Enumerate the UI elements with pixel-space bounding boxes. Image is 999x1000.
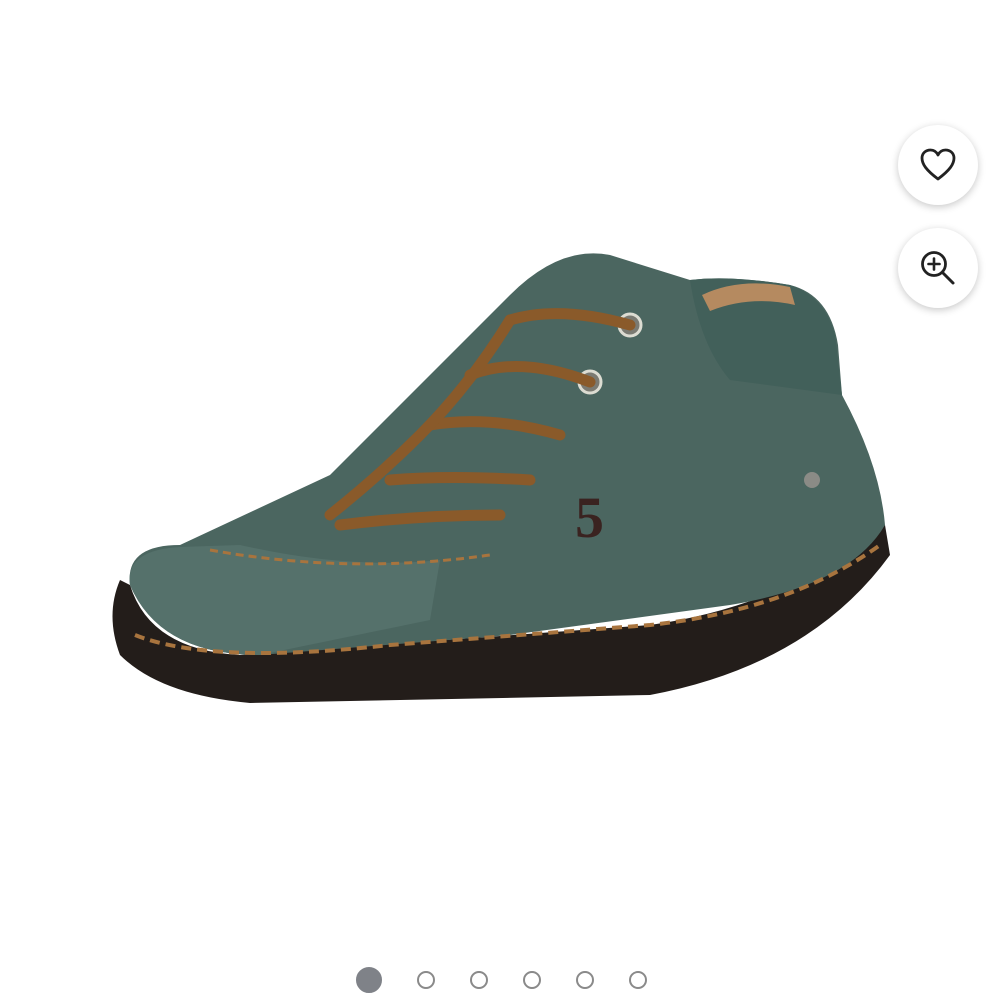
product-image[interactable]: 5 — [90, 225, 910, 745]
zoom-button[interactable] — [898, 228, 978, 308]
heart-icon — [920, 148, 956, 181]
image-pagination-dots — [0, 966, 999, 994]
shoe-side-logo: 5 — [575, 485, 604, 550]
cut-off-header-text — [0, 0, 999, 6]
shoe-rivet — [804, 472, 820, 488]
pagination-dot-5[interactable] — [576, 971, 594, 989]
pagination-dot-2[interactable] — [417, 971, 435, 989]
pagination-dot-3[interactable] — [470, 971, 488, 989]
product-image-gallery: 5 — [0, 0, 999, 1000]
wishlist-button[interactable] — [898, 125, 978, 205]
zoom-in-icon — [921, 251, 955, 285]
pagination-dot-4[interactable] — [523, 971, 541, 989]
pagination-dot-1[interactable] — [356, 967, 382, 993]
pagination-dot-6[interactable] — [629, 971, 647, 989]
